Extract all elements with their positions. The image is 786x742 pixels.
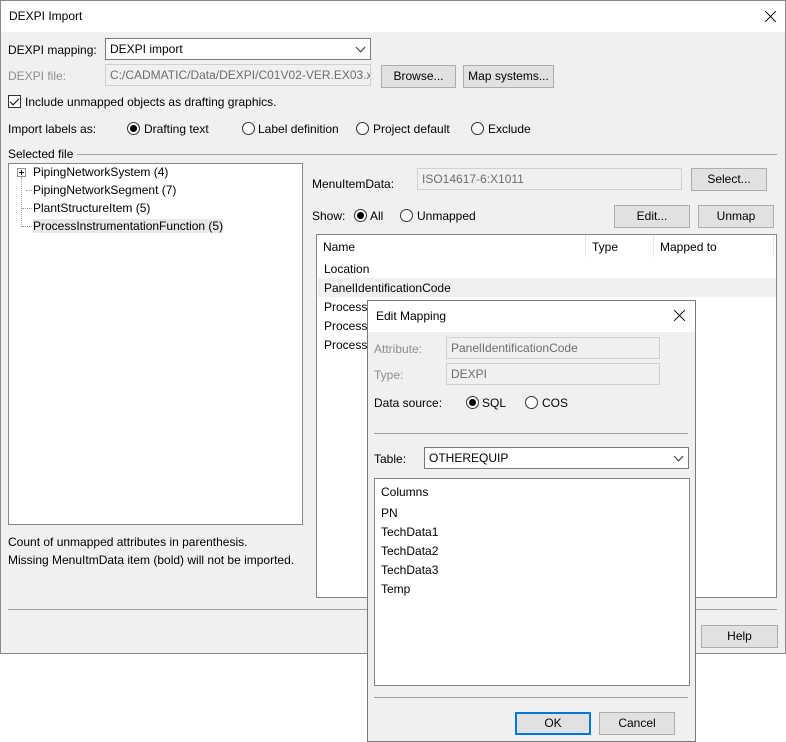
column-header-name[interactable]: Name <box>317 235 586 257</box>
list-item[interactable]: TechData1 <box>381 525 438 539</box>
close-icon[interactable] <box>670 306 690 326</box>
radio-show-unmapped-label: Unmapped <box>417 209 476 223</box>
chevron-down-icon <box>673 451 684 462</box>
radio-show-all[interactable] <box>354 209 367 222</box>
radio-show-all-label: All <box>370 209 384 223</box>
object-tree[interactable]: PipingNetworkSystem (4) PipingNetworkSeg… <box>8 163 303 525</box>
list-item[interactable]: Temp <box>381 582 410 596</box>
tree-line <box>21 177 22 227</box>
ok-button[interactable]: OK <box>515 712 591 735</box>
dialog-title: Edit Mapping <box>376 309 447 323</box>
dialog-title-bar: Edit Mapping <box>368 301 695 332</box>
columns-header: Columns <box>381 485 429 499</box>
include-unmapped-checkbox[interactable] <box>8 95 21 108</box>
window-title: DEXPI Import <box>9 9 83 23</box>
table-label: Table: <box>374 452 407 466</box>
expand-icon[interactable] <box>17 168 26 177</box>
separator <box>374 697 688 698</box>
tree-item[interactable]: PipingNetworkSystem (4) <box>33 165 168 179</box>
type-field: DEXPI <box>446 363 660 385</box>
dexpi-file-field: C:/CADMATIC/Data/DEXPI/C01V02-VER.EX03.x… <box>105 64 371 86</box>
radio-cos-label: COS <box>542 396 569 410</box>
edit-mapping-dialog: Edit Mapping Attribute: PanelIdentificat… <box>367 300 696 742</box>
tree-item[interactable]: PipingNetworkSegment (7) <box>33 183 176 197</box>
import-labels-label: Import labels as: <box>8 122 97 136</box>
data-source-label: Data source: <box>374 396 443 410</box>
list-item[interactable]: PN <box>381 506 398 520</box>
menu-item-data-field: ISO14617-6:X1011 <box>417 168 682 190</box>
radio-project-default[interactable] <box>356 122 369 135</box>
radio-exclude-label: Exclude <box>488 122 531 136</box>
map-systems-button[interactable]: Map systems... <box>463 65 554 88</box>
selected-file-label: Selected file <box>8 147 74 161</box>
radio-sql[interactable] <box>466 396 479 409</box>
close-icon[interactable] <box>761 7 781 27</box>
list-item[interactable]: TechData2 <box>381 544 438 558</box>
radio-drafting-text-label: Drafting text <box>144 122 209 136</box>
browse-button[interactable]: Browse... <box>381 65 456 88</box>
attribute-field: PanelIdentificationCode <box>446 337 660 359</box>
title-bar: DEXPI Import <box>1 1 785 32</box>
dexpi-mapping-label: DEXPI mapping: <box>8 43 97 57</box>
separator <box>77 154 777 155</box>
cancel-button[interactable]: Cancel <box>599 712 675 735</box>
list-item[interactable]: Location <box>318 259 776 278</box>
tree-item-selected[interactable]: ProcessInstrumentationFunction (5) <box>33 219 224 233</box>
footnote-missing: Missing MenuItmData item (bold) will not… <box>8 553 295 567</box>
select-button[interactable]: Select... <box>691 168 767 191</box>
radio-cos[interactable] <box>525 396 538 409</box>
footnote-unmapped: Count of unmapped attributes in parenthe… <box>8 535 248 549</box>
radio-drafting-text[interactable] <box>127 122 140 135</box>
help-button[interactable]: Help <box>701 625 778 648</box>
dexpi-mapping-value: DEXPI import <box>110 42 183 56</box>
radio-show-unmapped[interactable] <box>400 209 413 222</box>
radio-project-default-label: Project default <box>373 122 450 136</box>
dexpi-mapping-combo[interactable]: DEXPI import <box>105 38 371 60</box>
radio-label-definition-label: Label definition <box>258 122 339 136</box>
include-unmapped-label: Include unmapped objects as drafting gra… <box>25 95 277 109</box>
list-item[interactable]: TechData3 <box>381 563 438 577</box>
columns-listbox[interactable]: Columns PN TechData1 TechData2 TechData3… <box>374 478 690 686</box>
table-combo[interactable]: OTHEREQUIP <box>424 447 689 469</box>
tree-line <box>26 190 32 191</box>
list-item-selected[interactable]: PanelIdentificationCode <box>318 278 776 297</box>
menu-item-data-label: MenuItemData: <box>312 177 395 191</box>
chevron-down-icon <box>355 42 366 53</box>
radio-sql-label: SQL <box>482 396 507 410</box>
table-value: OTHEREQUIP <box>429 451 509 465</box>
type-label: Type: <box>374 368 404 382</box>
radio-exclude[interactable] <box>471 122 484 135</box>
tree-line <box>22 208 32 209</box>
show-label: Show: <box>312 209 346 223</box>
column-header-mapped-to[interactable]: Mapped to <box>654 235 774 257</box>
tree-item[interactable]: PlantStructureItem (5) <box>33 201 150 215</box>
edit-button[interactable]: Edit... <box>614 205 690 228</box>
tree-line <box>22 226 32 227</box>
attribute-label: Attribute: <box>374 342 423 356</box>
column-header-type[interactable]: Type <box>586 235 654 257</box>
separator <box>374 433 688 434</box>
radio-label-definition[interactable] <box>242 122 255 135</box>
dexpi-file-label: DEXPI file: <box>8 69 67 83</box>
unmap-button[interactable]: Unmap <box>698 205 774 228</box>
